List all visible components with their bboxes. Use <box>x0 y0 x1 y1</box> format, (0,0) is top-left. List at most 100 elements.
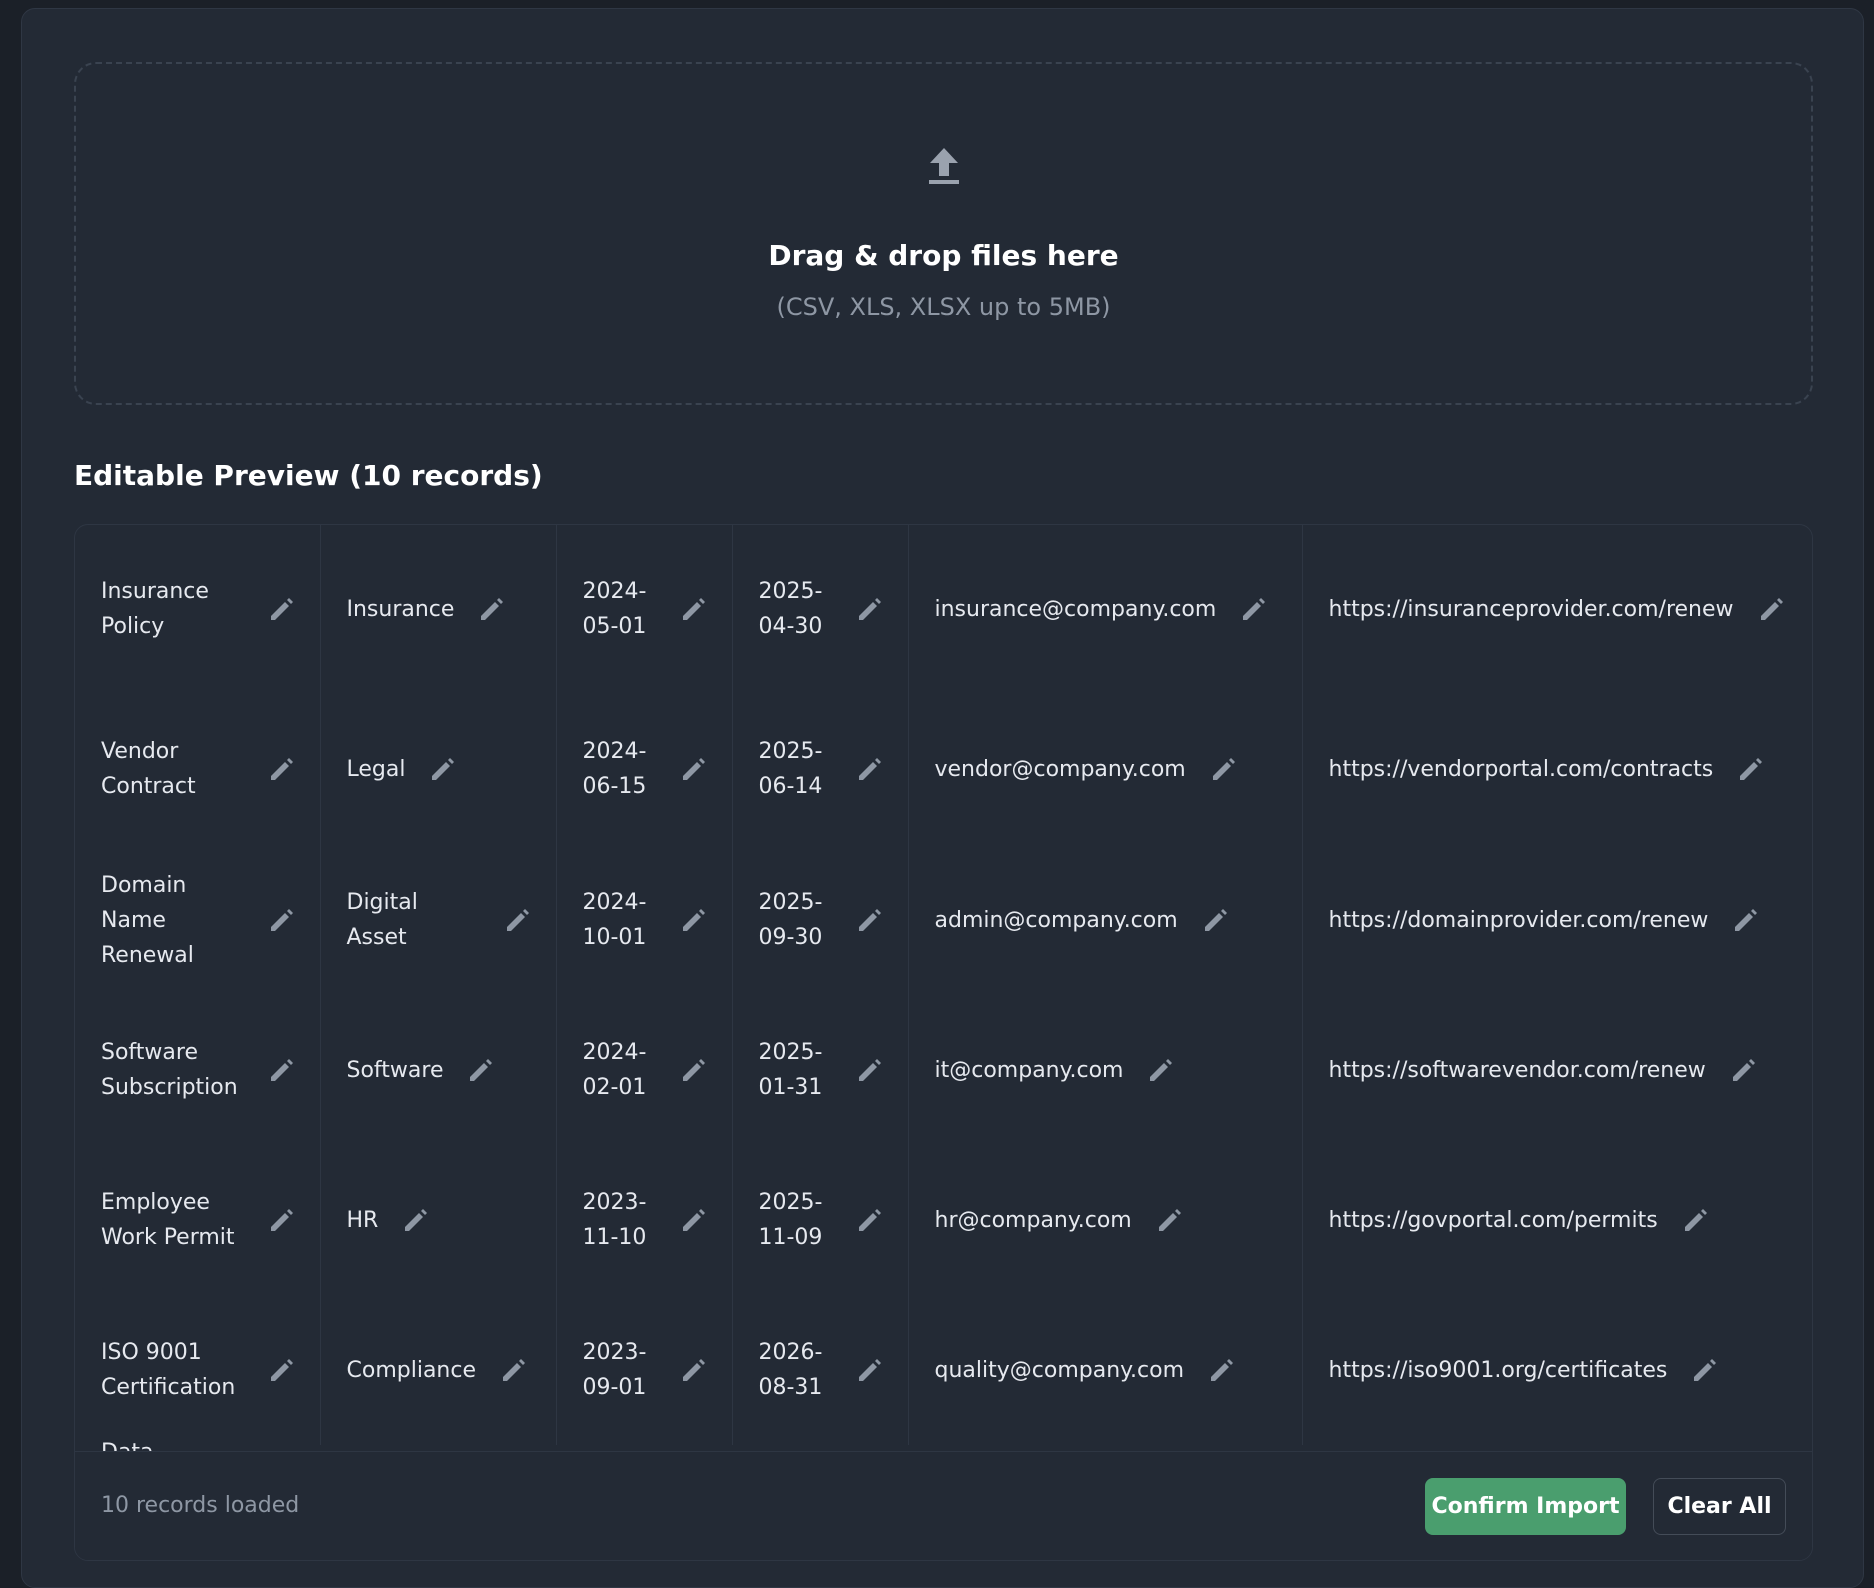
cell-end-date[interactable]: 2025-01-31 <box>732 995 909 1145</box>
pencil-icon[interactable] <box>268 907 294 933</box>
pencil-icon[interactable] <box>268 756 294 782</box>
cell-name[interactable]: Domain Name Renewal <box>75 845 321 995</box>
cell-email[interactable]: it@company.com <box>908 995 1303 1145</box>
pencil-icon[interactable] <box>856 756 882 782</box>
cell-end-date[interactable]: 2025-11-09 <box>732 1145 909 1295</box>
cell-value: it@company.com <box>934 1057 1124 1083</box>
pencil-icon[interactable] <box>1210 756 1236 782</box>
pencil-icon[interactable] <box>680 756 706 782</box>
pencil-icon[interactable] <box>856 1057 882 1083</box>
cell-category[interactable]: Software <box>320 995 557 1145</box>
cell-value: Legal <box>346 756 406 782</box>
pencil-icon[interactable] <box>680 907 706 933</box>
clear-all-button[interactable]: Clear All <box>1653 1478 1786 1535</box>
pencil-icon[interactable] <box>1758 596 1784 622</box>
cell-start-date[interactable]: 2024-05-01 <box>556 525 733 693</box>
pencil-icon[interactable] <box>856 1357 882 1383</box>
cell-email[interactable]: insurance@company.com <box>908 525 1303 693</box>
pencil-icon[interactable] <box>1240 596 1266 622</box>
cell-content: 2025-04-30 <box>759 574 882 644</box>
upload-icon <box>928 148 959 184</box>
cell-end-date[interactable]: 2025-06-14 <box>732 693 909 845</box>
cell-content: 2026-08-31 <box>759 1335 882 1405</box>
cell-value: insurance@company.com <box>934 596 1217 622</box>
cell-category[interactable]: Compliance <box>320 1295 557 1445</box>
confirm-import-button[interactable]: Confirm Import <box>1425 1478 1626 1535</box>
pencil-icon[interactable] <box>1147 1057 1173 1083</box>
cell-value: 2025-06-14 <box>758 739 823 799</box>
cell-end-date[interactable]: 2025-04-30 <box>732 525 909 693</box>
preview-table-card: Insurance Policy Insurance 2024-05-01 2025-… <box>74 524 1813 1561</box>
cell-name[interactable]: Employee Work Permit <box>75 1145 321 1295</box>
cell-value: 2023-09-01 <box>582 1340 647 1400</box>
preview-table-scroll[interactable]: Insurance Policy Insurance 2024-05-01 2025-… <box>75 525 1812 1451</box>
preview-title: Editable Preview (10 records) <box>74 459 543 492</box>
cell-url[interactable]: https://insuranceprovider.com/renew <box>1302 525 1812 693</box>
pencil-icon[interactable] <box>467 1057 493 1083</box>
pencil-icon[interactable] <box>856 596 882 622</box>
cell-value: quality@company.com <box>934 1357 1185 1383</box>
pencil-icon[interactable] <box>429 756 455 782</box>
pencil-icon[interactable] <box>500 1357 526 1383</box>
cell-start-date[interactable]: 2024-06-15 <box>556 693 733 845</box>
cell-email[interactable]: admin@company.com <box>908 845 1303 995</box>
cell-category[interactable]: Digital Asset <box>320 845 557 995</box>
cell-content: 2024-10-01 <box>583 885 706 955</box>
pencil-icon[interactable] <box>1208 1357 1234 1383</box>
table-footer: 10 records loaded Confirm Import Clear A… <box>75 1451 1812 1560</box>
cell-start-date[interactable]: 2024-10-01 <box>556 845 733 995</box>
cell-category[interactable]: Insurance <box>320 525 557 693</box>
cell-start-date[interactable]: 2024-02-01 <box>556 995 733 1145</box>
pencil-icon[interactable] <box>856 1207 882 1233</box>
cell-content: 2024-05-01 <box>583 574 706 644</box>
file-dropzone[interactable]: Drag & drop files here (CSV, XLS, XLSX u… <box>74 62 1813 405</box>
cell-content: 2025-01-31 <box>759 1035 882 1105</box>
pencil-icon[interactable] <box>402 1207 428 1233</box>
cell-category[interactable]: Legal <box>320 693 557 845</box>
pencil-icon[interactable] <box>268 1057 294 1083</box>
cell-name[interactable]: Vendor Contract <box>75 693 321 845</box>
partial-row-text: Data <box>101 1435 154 1451</box>
cell-url[interactable]: https://govportal.com/permits <box>1302 1145 1812 1295</box>
cell-value: 2026-08-31 <box>758 1340 823 1400</box>
cell-value: https://govportal.com/permits <box>1328 1207 1658 1233</box>
cell-value: 2025-01-31 <box>758 1040 823 1100</box>
pencil-icon[interactable] <box>680 1057 706 1083</box>
cell-url[interactable]: https://vendorportal.com/contracts <box>1302 693 1812 845</box>
pencil-icon[interactable] <box>478 596 504 622</box>
cell-url[interactable]: https://domainprovider.com/renew <box>1302 845 1812 995</box>
pencil-icon[interactable] <box>856 907 882 933</box>
cell-email[interactable]: quality@company.com <box>908 1295 1303 1445</box>
pencil-icon[interactable] <box>1682 1207 1708 1233</box>
pencil-icon[interactable] <box>1737 756 1763 782</box>
cell-name[interactable]: ISO 9001 Certification <box>75 1295 321 1445</box>
cell-email[interactable]: hr@company.com <box>908 1145 1303 1295</box>
pencil-icon[interactable] <box>680 596 706 622</box>
pencil-icon[interactable] <box>680 1207 706 1233</box>
cell-start-date[interactable]: 2023-11-10 <box>556 1145 733 1295</box>
pencil-icon[interactable] <box>1202 907 1228 933</box>
cell-end-date[interactable]: 2025-09-30 <box>732 845 909 995</box>
cell-url[interactable]: https://iso9001.org/certificates <box>1302 1295 1812 1445</box>
cell-content: 2024-06-15 <box>583 734 706 804</box>
pencil-icon[interactable] <box>504 907 530 933</box>
pencil-icon[interactable] <box>1691 1357 1717 1383</box>
cell-content: https://insuranceprovider.com/renew <box>1329 592 1788 627</box>
cell-name[interactable]: Insurance Policy <box>75 525 321 693</box>
cell-start-date[interactable]: 2023-09-01 <box>556 1295 733 1445</box>
pencil-icon[interactable] <box>1730 1057 1756 1083</box>
cell-value: Vendor Contract <box>101 739 196 799</box>
cell-url[interactable]: https://softwarevendor.com/renew <box>1302 995 1812 1145</box>
pencil-icon[interactable] <box>1732 907 1758 933</box>
pencil-icon[interactable] <box>1156 1207 1182 1233</box>
cell-name[interactable]: Software Subscription <box>75 995 321 1145</box>
pencil-icon[interactable] <box>268 1207 294 1233</box>
pencil-icon[interactable] <box>268 1357 294 1383</box>
cell-value: ISO 9001 Certification <box>101 1340 236 1400</box>
pencil-icon[interactable] <box>680 1357 706 1383</box>
cell-category[interactable]: HR <box>320 1145 557 1295</box>
table-row: Insurance Policy Insurance 2024-05-01 2025-… <box>75 525 1812 693</box>
cell-email[interactable]: vendor@company.com <box>908 693 1303 845</box>
pencil-icon[interactable] <box>268 596 294 622</box>
cell-end-date[interactable]: 2026-08-31 <box>732 1295 909 1445</box>
